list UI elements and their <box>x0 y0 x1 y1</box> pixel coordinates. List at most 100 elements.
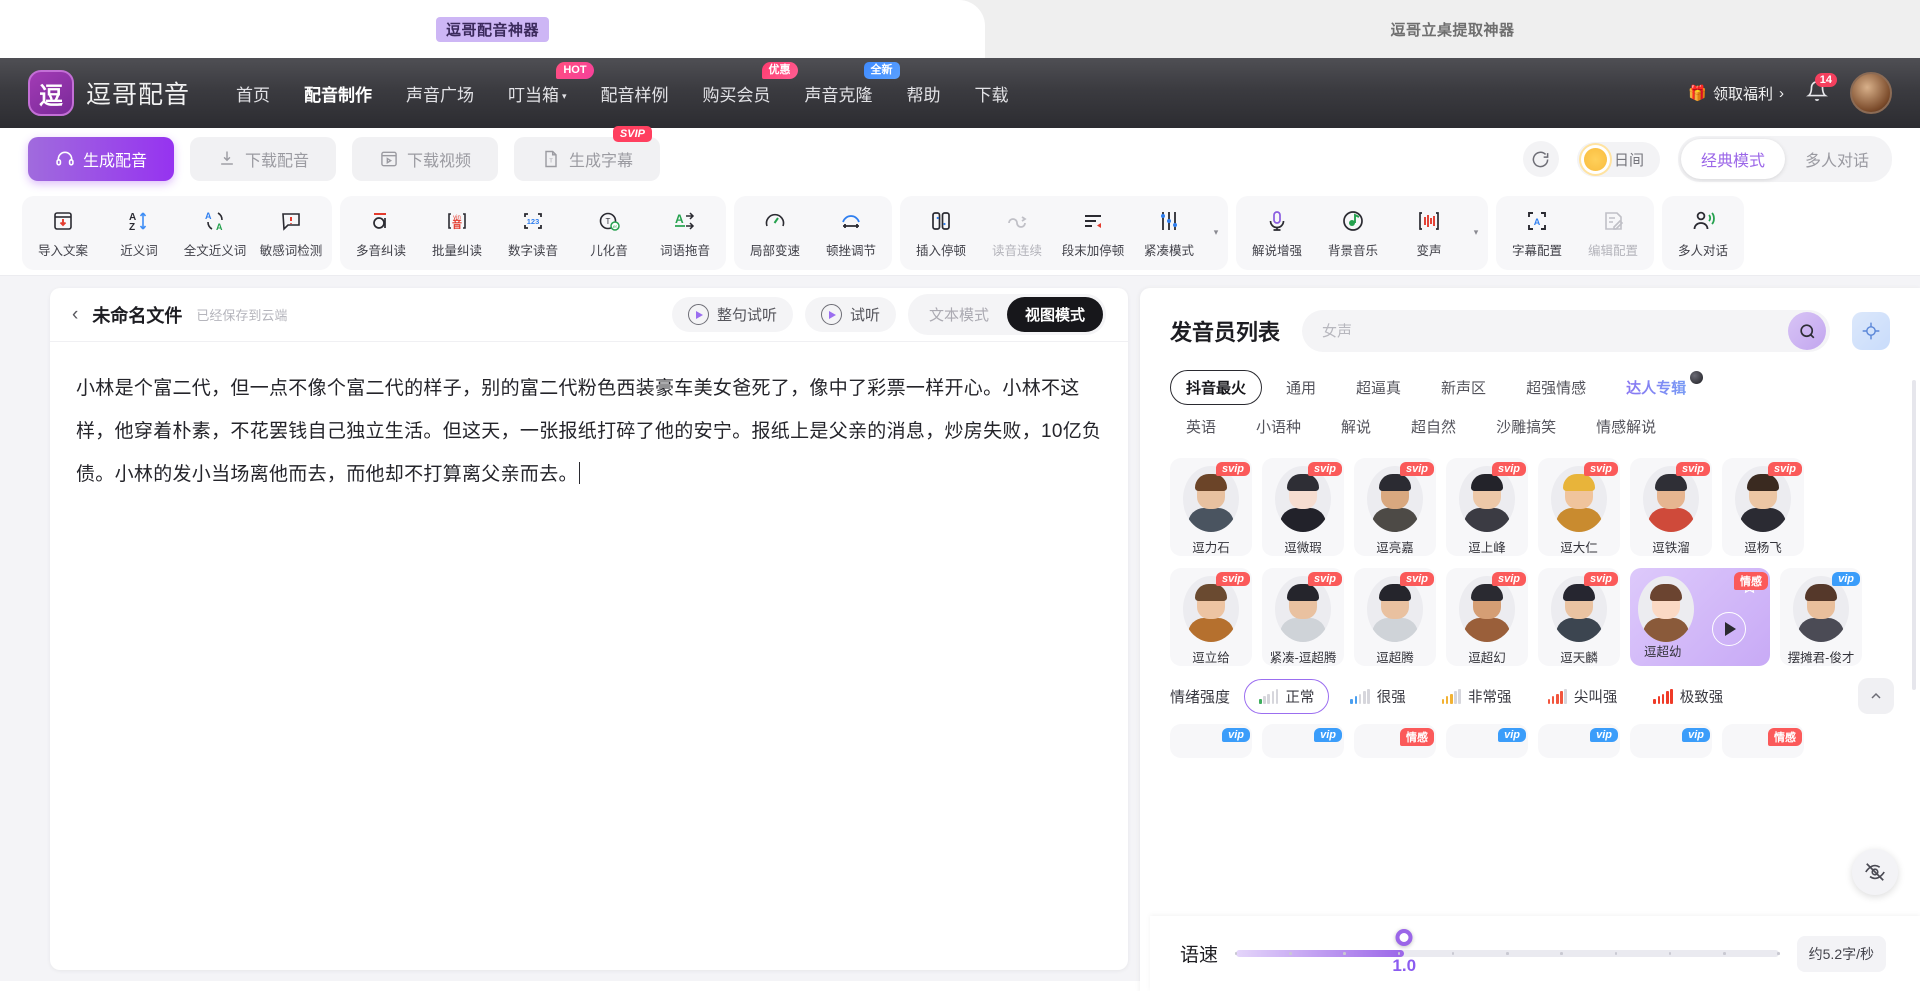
browser-tab-active[interactable]: 逗哥配音神器 <box>0 0 985 58</box>
voice-search-box[interactable] <box>1302 310 1830 352</box>
voice-search-input[interactable] <box>1322 322 1788 340</box>
nav-link-6[interactable]: 声音克隆 全新 <box>805 61 900 112</box>
tool-number-read[interactable]: 123 数字读音 <box>496 202 570 264</box>
nav-link-1[interactable]: 配音制作 <box>304 75 372 112</box>
tool-full-text-synonym[interactable]: A A 全文近义词 <box>178 202 252 264</box>
voice-card[interactable]: svip 逗超腾 <box>1354 568 1436 666</box>
voice-list-scrollbar[interactable] <box>1912 380 1916 690</box>
tool-continuous-read[interactable]: 读音连续 <box>980 202 1054 264</box>
voice-card[interactable]: svip 逗立给 <box>1170 568 1252 666</box>
listen-sentence-button[interactable]: 整句试听 <box>671 297 793 332</box>
voice-card[interactable]: svip 逗亮嘉 <box>1354 458 1436 556</box>
tool-compact-mode[interactable]: 紧凑模式 <box>1132 202 1206 264</box>
document-title[interactable]: 未命名文件 <box>92 302 182 328</box>
voice-card-partial[interactable]: vip <box>1538 724 1620 758</box>
tool-music-note[interactable]: 背景音乐 <box>1316 202 1390 264</box>
voice-tag-3[interactable]: 新声区 <box>1425 370 1502 405</box>
mode-option-1[interactable]: 多人对话 <box>1785 139 1889 179</box>
voice-card[interactable]: svip 逗力石 <box>1170 458 1252 556</box>
tool-microphone[interactable]: 解说增强 <box>1240 202 1314 264</box>
nav-link-7[interactable]: 帮助 <box>907 75 941 112</box>
voice-card[interactable]: svip 逗天麟 <box>1538 568 1620 666</box>
action-subtitle-file-button[interactable]: T 生成字幕 SVIP <box>514 126 660 181</box>
tool-cadence[interactable]: 顿挫调节 <box>814 202 888 264</box>
tool-erhua[interactable]: Ter 儿化音 <box>572 202 646 264</box>
emotion-option-3[interactable]: 尖叫强 <box>1533 679 1633 714</box>
voice-tag-0[interactable]: 英语 <box>1170 409 1232 444</box>
back-chevron-icon[interactable]: ‹ <box>72 304 78 326</box>
voice-filter-button[interactable] <box>1852 312 1890 350</box>
tool-insert-pause[interactable]: 插入停顿 <box>904 202 978 264</box>
tool-import-doc[interactable]: 导入文案 <box>26 202 100 264</box>
nav-link-4[interactable]: 配音样例 <box>601 75 669 112</box>
tool-group-expand-icon[interactable]: ▾ <box>1468 202 1484 264</box>
tool-multi-person[interactable]: 多人对话 <box>1666 202 1740 264</box>
emotion-option-1[interactable]: 很强 <box>1335 679 1420 714</box>
browser-tab-inactive[interactable]: 逗哥立桌提取神器 <box>985 0 1920 58</box>
nav-link-3[interactable]: 叮当箱 ▾ HOT <box>508 61 594 112</box>
view-mode-option-0[interactable]: 文本模式 <box>911 297 1007 332</box>
listen-button[interactable]: 试听 <box>804 297 896 332</box>
voice-tag-4[interactable]: 超强情感 <box>1510 370 1602 405</box>
speed-slider-knob[interactable] <box>1395 928 1413 946</box>
speed-slider[interactable]: 1.0 <box>1234 928 1780 975</box>
voice-tag-4[interactable]: 沙雕搞笑 <box>1480 409 1572 444</box>
tool-synonym-az[interactable]: A Z 近义词 <box>102 202 176 264</box>
voice-tag-2[interactable]: 超逼真 <box>1340 370 1417 405</box>
emotion-option-4[interactable]: 极致强 <box>1638 679 1738 714</box>
voice-tag-3[interactable]: 超自然 <box>1395 409 1472 444</box>
tool-word-drag[interactable]: A 词语拖音 <box>648 202 722 264</box>
voice-tag-1[interactable]: 通用 <box>1270 370 1332 405</box>
voice-card-partial[interactable]: vip <box>1446 724 1528 758</box>
hide-preview-button[interactable] <box>1852 849 1898 895</box>
voice-card-partial[interactable]: 情感 <box>1722 724 1804 758</box>
voice-tag-0[interactable]: 抖音最火 <box>1170 370 1263 405</box>
mode-option-0[interactable]: 经典模式 <box>1680 139 1785 179</box>
refresh-button[interactable] <box>1522 141 1559 177</box>
voice-card[interactable]: svip 紧凑-逗超腾 <box>1262 568 1344 666</box>
tool-group-expand-icon[interactable]: ▾ <box>1208 202 1224 264</box>
tool-voice-change[interactable]: 变声 <box>1392 202 1466 264</box>
voice-card[interactable]: svip 逗杨飞 <box>1722 458 1804 556</box>
voice-tag-5[interactable]: 情感解说 <box>1580 409 1672 444</box>
voice-card-partial[interactable]: vip <box>1262 724 1344 758</box>
nav-link-0[interactable]: 首页 <box>236 75 270 112</box>
view-mode-option-1[interactable]: 视图模式 <box>1006 297 1103 332</box>
voice-card[interactable]: svip 逗微瑕 <box>1262 458 1344 556</box>
voice-card[interactable]: svip 逗超幻 <box>1446 568 1528 666</box>
notification-bell-button[interactable]: 14 <box>1806 72 1837 107</box>
voice-card[interactable]: svip 逗上峰 <box>1446 458 1528 556</box>
search-button[interactable] <box>1788 312 1826 350</box>
theme-toggle[interactable]: 日间 <box>1576 141 1660 177</box>
nav-link-5[interactable]: 购买会员 优惠 <box>703 61 798 112</box>
tool-paragraph-pause[interactable]: 段末加停顿 <box>1056 202 1130 264</box>
nav-link-2[interactable]: 声音广场 <box>406 75 474 112</box>
tool-polyphone[interactable]: 多音纠读 <box>344 202 418 264</box>
brand[interactable]: 逗 逗哥配音 <box>28 70 190 116</box>
voice-play-button[interactable] <box>1712 612 1746 646</box>
voice-card[interactable]: svip 逗大仁 <box>1538 458 1620 556</box>
action-download-audio-button[interactable]: 下载配音 <box>190 137 336 181</box>
user-avatar[interactable] <box>1850 72 1892 114</box>
voice-card[interactable]: vip 摆摊君-俊才 <box>1780 568 1862 666</box>
voice-card[interactable]: svip 逗铁溜 <box>1630 458 1712 556</box>
voice-tag-2[interactable]: 解说 <box>1325 409 1387 444</box>
voice-card-partial[interactable]: 情感 <box>1354 724 1436 758</box>
tool-sensitive-word[interactable]: 敏感词检测 <box>254 202 328 264</box>
voice-tag-5[interactable]: 达人专辑 <box>1610 370 1712 405</box>
voice-card[interactable]: 情感 逗超幼 <box>1630 568 1770 666</box>
gift-reward-button[interactable]: 🎁 领取福利 › <box>1688 83 1784 104</box>
editor-text-area[interactable]: 小林是个富二代，但一点不像个富二代的样子，别的富二代粉色西装豪车美女爸死了，像中… <box>50 342 1128 496</box>
tool-speedometer[interactable]: 局部变速 <box>738 202 812 264</box>
emotion-option-0[interactable]: 正常 <box>1244 678 1330 714</box>
voice-tag-1[interactable]: 小语种 <box>1240 409 1317 444</box>
collapse-panel-button[interactable] <box>1858 678 1894 714</box>
emotion-option-2[interactable]: 非常强 <box>1427 679 1527 714</box>
action-headphones-button[interactable]: 生成配音 <box>28 137 174 181</box>
tool-edit-config[interactable]: 编辑配置 <box>1576 202 1650 264</box>
action-download-video-button[interactable]: 下载视频 <box>352 137 498 181</box>
nav-link-8[interactable]: 下载 <box>975 75 1009 112</box>
voice-card-partial[interactable]: vip <box>1630 724 1712 758</box>
tool-subtitle-config[interactable]: A 字幕配置 <box>1500 202 1574 264</box>
tool-batch-correct[interactable]: yin 音批量纠读 <box>420 202 494 264</box>
